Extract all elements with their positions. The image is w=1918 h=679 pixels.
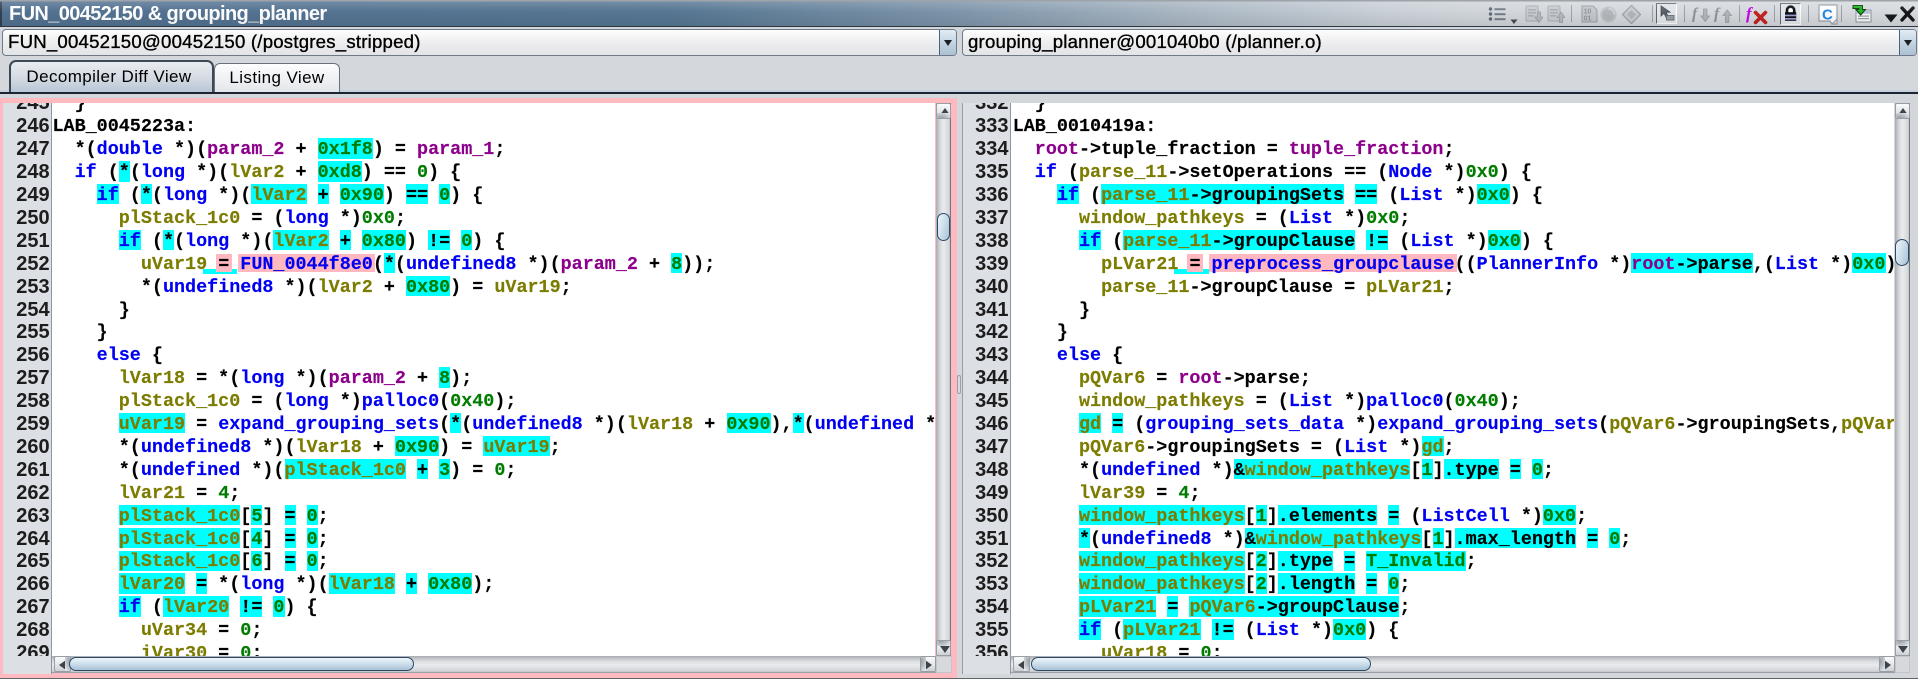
svg-text:10: 10	[1583, 9, 1591, 16]
svg-text:01: 01	[1583, 16, 1591, 23]
svg-text:f: f	[1746, 4, 1754, 23]
svg-text:f: f	[1692, 5, 1699, 22]
svg-text:f: f	[1714, 5, 1721, 22]
svg-text:C: C	[1822, 6, 1833, 23]
